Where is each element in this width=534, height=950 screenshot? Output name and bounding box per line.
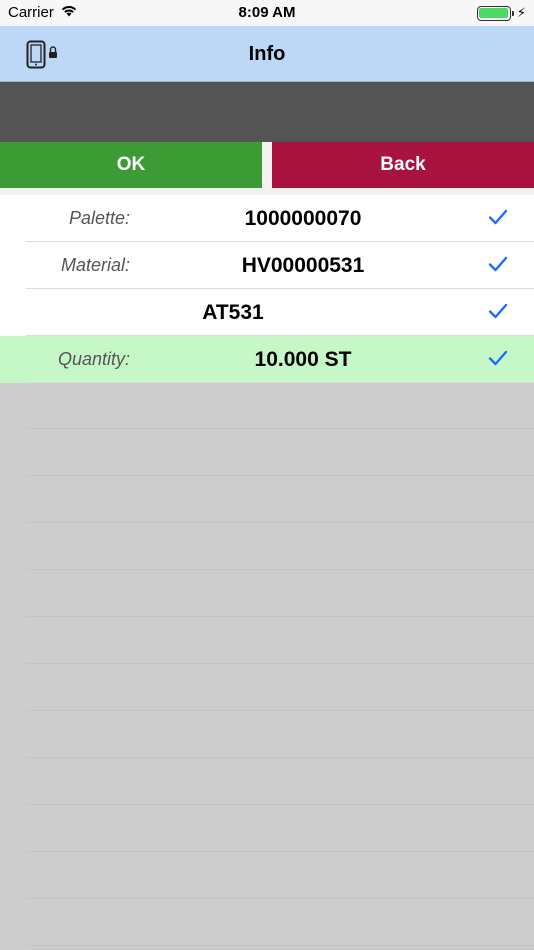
battery-icon [476,5,511,21]
separator [26,710,534,711]
status-bar: Carrier 8:09 AM ⚡ [0,0,534,26]
status-right: ⚡ [476,5,526,21]
row-label: Quantity: [57,349,130,369]
checkmark-icon [488,350,508,371]
row-label: Palette: [68,208,130,228]
action-bar: OK Back [0,142,534,195]
separator [26,804,534,805]
page-title: Info [248,43,286,65]
separator [26,945,534,946]
row-label: Material: [60,255,130,275]
separator [26,475,534,476]
separator [26,757,534,758]
checkmark-icon [488,303,508,324]
list-item-quantity[interactable]: Quantity: 10.000 ST [0,336,534,383]
checkmark-icon [488,256,508,277]
info-list: Palette: 1000000070 Material: HV00000531… [0,195,534,383]
separator [26,569,534,570]
list-item-material[interactable]: Material: HV00000531 [0,242,534,289]
status-time: 8:09 AM [238,4,296,21]
separator [26,851,534,852]
list-item-article[interactable]: AT531 [0,289,534,336]
list-item-palette[interactable]: Palette: 1000000070 [0,195,534,242]
separator [26,663,534,664]
message-area [0,82,534,142]
back-button[interactable]: Back [272,142,534,188]
row-value: HV00000531 [241,254,365,277]
separator [26,616,534,617]
row-value: 10.000 ST [254,348,352,371]
row-value: 1000000070 [244,207,362,230]
separator [26,898,534,899]
nav-bar: Info [0,26,534,82]
empty-table-area [0,382,534,950]
checkmark-icon [488,209,508,230]
ok-button[interactable]: OK [0,142,262,188]
row-value: AT531 [202,301,264,324]
charging-bolt-icon: ⚡ [516,5,526,20]
separator [26,428,534,429]
battery-tip [511,10,514,16]
separator [26,522,534,523]
